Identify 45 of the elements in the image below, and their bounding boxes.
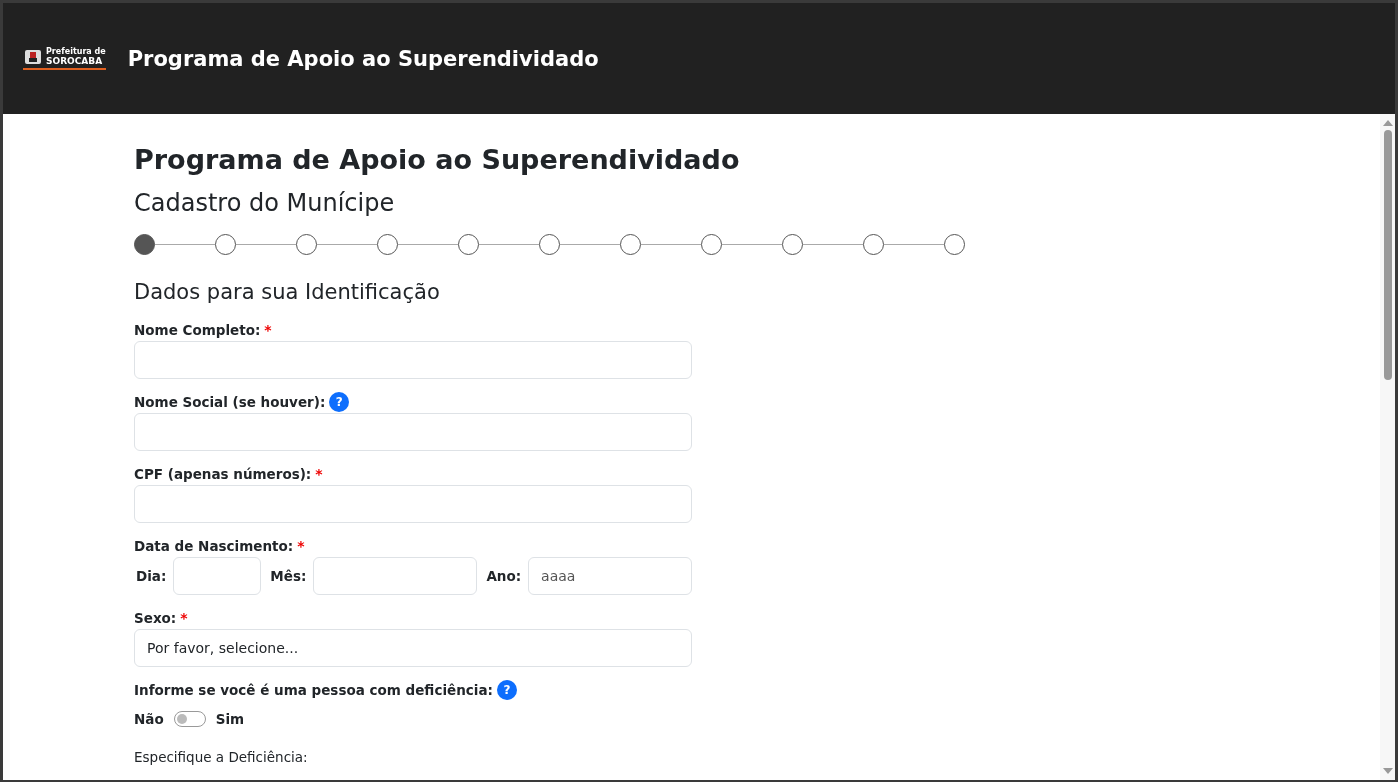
required-mark: * [315,466,323,482]
field-label: Informe se você é uma pessoa com deficiência: [134,682,493,698]
logo-text: Prefeitura de [46,47,106,56]
step-circle[interactable] [701,234,722,255]
field-label: Sexo: [134,610,177,626]
logo-text: SOROCABA [46,56,104,66]
field-label: Data de Nascimento: [134,538,294,554]
app-title: Programa de Apoio ao Superendividado [127,46,599,71]
page-title: Programa de Apoio ao Superendividado [134,143,741,177]
step-circle[interactable] [944,234,965,255]
step-circle[interactable] [782,234,803,255]
input-field[interactable] [313,557,478,595]
step-circle[interactable] [539,234,560,255]
help-icon[interactable]: ? [329,392,350,412]
field-label: Nome Social (se houver): [134,394,326,410]
step-circle[interactable] [863,234,884,255]
step-circle[interactable] [620,234,641,255]
field-label: Nome Completo: [134,322,261,338]
scrollbar[interactable] [1380,114,1395,780]
input-field[interactable]: aaaa [528,557,693,595]
field-label: Ano: [486,568,522,584]
input-field[interactable] [134,341,692,379]
step-circle[interactable] [296,234,317,255]
field-label: Especifique a Deficiência: [134,749,308,765]
help-icon[interactable]: ? [496,680,517,700]
crest-icon [23,47,43,66]
page-subtitle: Cadastro do Munícipe [134,188,396,218]
required-mark: * [264,322,272,338]
step-circle[interactable] [134,234,155,255]
field-label: CPF (apenas números): [134,466,312,482]
field-label: Dia: [136,568,167,584]
toggle-switch[interactable] [173,711,206,727]
section-title: Dados para sua Identificação [134,279,441,306]
step-circle[interactable] [377,234,398,255]
switch-label: Não [134,711,164,727]
input-field[interactable] [134,485,692,523]
step-circle[interactable] [458,234,479,255]
required-mark: * [180,610,188,626]
step-circle[interactable] [215,234,236,255]
input-field[interactable] [134,413,692,451]
field-label: Mês: [270,568,307,584]
switch-label: Sim [215,711,245,727]
required-mark: * [297,538,305,554]
select-field[interactable]: Por favor, selecione... [134,629,692,667]
input-field[interactable] [173,557,262,595]
